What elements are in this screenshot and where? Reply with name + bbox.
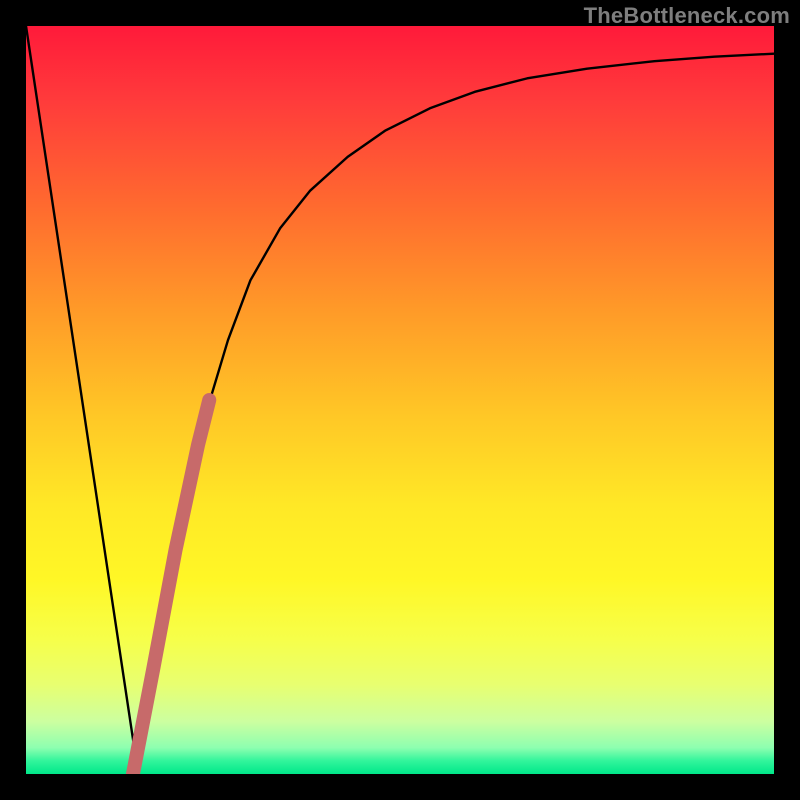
chart-frame: TheBottleneck.com (0, 0, 800, 800)
highlight-segment-path (133, 400, 209, 774)
attribution-text: TheBottleneck.com (584, 3, 790, 29)
bottleneck-curve-path (26, 26, 774, 774)
chart-svg (26, 26, 774, 774)
plot-area (26, 26, 774, 774)
